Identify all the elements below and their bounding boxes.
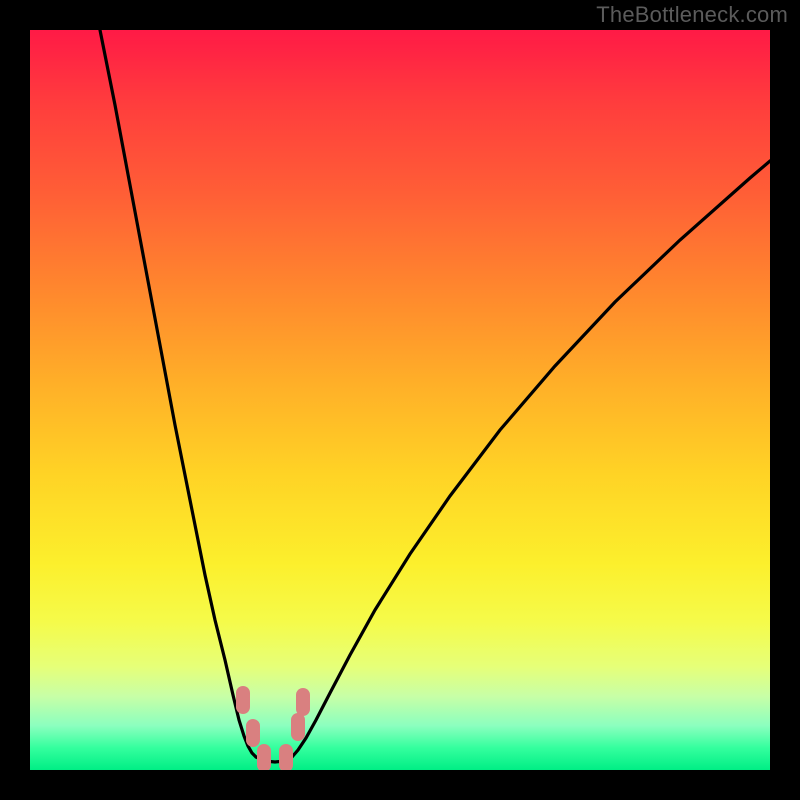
chart-container: TheBottleneck.com — [0, 0, 800, 800]
curve-left — [100, 30, 256, 757]
marker-bottom-right — [279, 744, 293, 770]
marker-left-lower — [246, 719, 260, 747]
marker-right-lower — [291, 713, 305, 741]
curve-right — [292, 161, 770, 757]
marker-right-upper — [296, 688, 310, 716]
marker-bottom-left — [257, 744, 271, 770]
watermark-text: TheBottleneck.com — [596, 2, 788, 28]
marker-left-upper — [236, 686, 250, 714]
curve-layer — [30, 30, 770, 770]
plot-area — [30, 30, 770, 770]
